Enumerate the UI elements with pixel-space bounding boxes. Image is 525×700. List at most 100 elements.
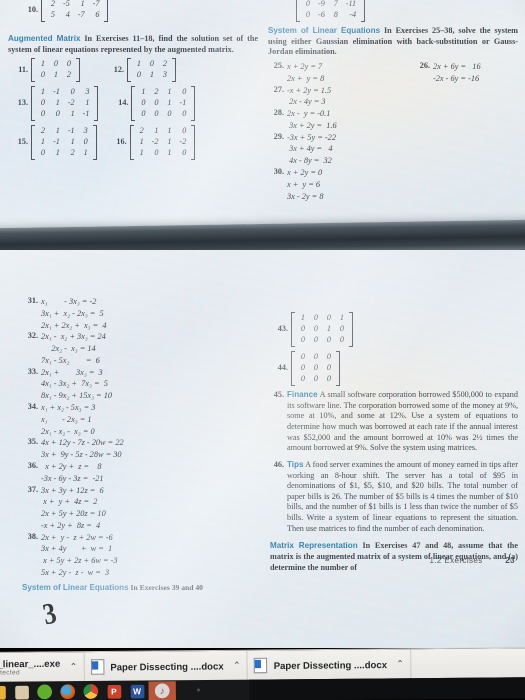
exercise-number: 13. [17,98,28,108]
cell: 0 [300,351,305,361]
equations: 2x + y - z + 2w = -6 3x + 4y + w = 1 x +… [41,532,118,577]
app-icon-green-circle[interactable] [33,682,56,700]
exercise-number: 14. [118,98,129,108]
equations: 2x - y = -0.1 3x + 2y = 1.6 [287,109,337,130]
exercise-number: 36. [27,460,38,470]
matrix-exercise-43: 43. 1 0 0 1 0 0 1 0 0 0 0 0 [274,312,353,347]
cell: 0 [313,362,318,372]
cut-off-section: System of Linear Equations In Exercises … [22,583,262,594]
cell: 8 [333,9,338,19]
exercise-number: 44. [277,363,288,373]
exercise-37: 37. 3x + 3y + 12z = 6 x + y + 4z = 2 2x … [22,485,262,532]
matrix-exercise-11: 11. 1 0 0 0 1 2 [14,58,80,83]
cell: 0 [300,362,305,372]
cell: 0 [313,323,318,333]
cell: -1 [53,87,60,97]
equations: 4x + 12y - 7z - 20w = 22 3x + 9y - 5z - … [41,438,124,460]
exercise-number: 12. [113,64,124,74]
section-heading: System of Linear Equations [268,25,381,35]
left-column-lower: 31. x₁ - 3x₃ = -2 3x₁ + x₂ - 2x₃ = 5 2x₁… [22,296,262,596]
exercise-body: A small software corporation borrowed $5… [287,389,518,453]
matrix-exercise-12: 12. 1 0 2 0 1 3 [110,58,176,83]
cell: 1 [136,59,141,69]
word-icon[interactable]: W [125,681,148,700]
cell: 1 [167,87,172,97]
exercise-45: 45. Finance A small software corporation… [270,390,518,457]
cell: 1 [326,323,331,333]
word-glyph: W [130,684,144,698]
cell: 0 [313,373,318,383]
exercise-10-row: 10. 2 -5 1 -7 5 4 -7 6 [24,0,258,22]
cell: 0 [55,109,60,119]
cell: 0 [313,334,318,344]
chevron-up-icon[interactable]: ⌃ [396,659,404,670]
word-document-icon [254,657,268,674]
download-status: detected [0,669,20,677]
equations: x₁ - 3x₃ = -2 3x₁ + x₂ - 2x₃ = 5 2x₁ + 2… [41,297,107,330]
chevron-up-icon[interactable]: ⌃ [70,661,78,672]
itunes-icon[interactable]: ♪ [148,680,176,700]
cell: 2 [154,87,159,97]
matrix-exercise-16: 16. 2 1 1 0 1 -2 1 -2 1 0 1 0 [113,125,196,161]
cell: 1 [167,137,172,147]
file-explorer-icon[interactable] [0,682,10,700]
app-icon-cat[interactable] [10,682,33,700]
monitor-photo: 10. 2 -5 1 -7 5 4 -7 6 Augmented Matrix … [0,0,525,700]
exercise-number: 38. [27,531,38,541]
cell: 0 [70,87,75,97]
exercise-number: 25. [273,60,284,70]
exercise-body: A food server examines the amount of mon… [287,459,518,533]
cell: 0 [313,351,318,361]
cell: 0 [154,109,159,119]
cell: 1 [339,313,344,322]
exercise-number: 31. [27,296,38,305]
download-item-docx-1[interactable]: Paper Dissecting ....docx ⌃ [84,650,249,683]
cell: -7 [77,9,85,19]
exercise-number: 27. [273,84,284,94]
desktop-speck [196,688,201,692]
cell: 0 [305,0,310,8]
chrome-icon[interactable] [79,681,102,700]
cell: 0 [300,373,305,383]
exercise-number: 35. [27,437,38,447]
word-document-icon [90,659,105,675]
section-heading: System of Linear Equations [22,582,129,592]
cell: 1 [300,313,305,322]
chevron-up-icon[interactable]: ⌃ [233,660,241,671]
exercise-35: 35. 4x + 12y - 7z - 20w = 22 3x + 9y - 5… [22,437,262,461]
exercise-number: 43. [277,324,288,334]
exercise-34: 34. x₁ + x₂ - 5x₃ = 3 x₁ - 2x₃ = 1 2x₁ -… [22,402,262,437]
cell: 0 [40,98,45,108]
download-item-exe[interactable]: y_linear_....exe detected ⌃ [0,652,85,683]
itunes-glyph: ♪ [154,683,170,699]
cell: 1 [40,59,45,69]
cell: 0 [326,362,331,372]
exercise-28: 28. 2x - y = -0.1 3x + 2y = 1.6 [268,108,396,132]
download-item-docx-2[interactable]: Paper Dissecting ....docx ⌃ [247,649,412,681]
augmented-matrix-instruction: Augmented Matrix In Exercises 11–18, fin… [8,34,258,55]
cell: 2 [66,70,71,80]
cell: 1 [167,148,172,158]
windows-taskbar[interactable]: P W ♪ [0,677,525,700]
exercise-number: 28. [273,108,284,118]
equations: 3x + 3y + 12z = 6 x + y + 4z = 2 2x + 5y… [41,485,106,530]
exercise-33: 33. 2x₁ + 3x₃ = 3 4x₁ - 3x₂ + 7x₃ = 5 8x… [22,367,262,402]
powerpoint-icon[interactable]: P [102,681,125,700]
cell: 0 [182,109,187,119]
cell: 0 [149,59,154,69]
firefox-icon[interactable] [56,682,79,700]
exercise-27: 27. -x + 2y = 1.5 2x - 4y = 3 [268,85,396,109]
exercise-number: 45. [273,389,284,399]
equations: x + 2y = 7 2x + y = 8 [287,61,325,83]
exercise-number: 32. [27,331,38,341]
cell: 0 [326,373,331,383]
cell: 0 [40,109,45,119]
cell: 0 [136,70,141,80]
top-right-matrix: 0 -9 7 -11 0 -6 8 -4 [296,0,518,22]
cell: 0 [300,323,305,333]
left-column-upper: 10. 2 -5 1 -7 5 4 -7 6 Augmented Matrix … [8,0,258,164]
cell: 0 [182,148,187,158]
cell: 2 [70,148,75,158]
download-file-name: y_linear_....exe [0,658,61,670]
cell: 0 [141,109,146,119]
